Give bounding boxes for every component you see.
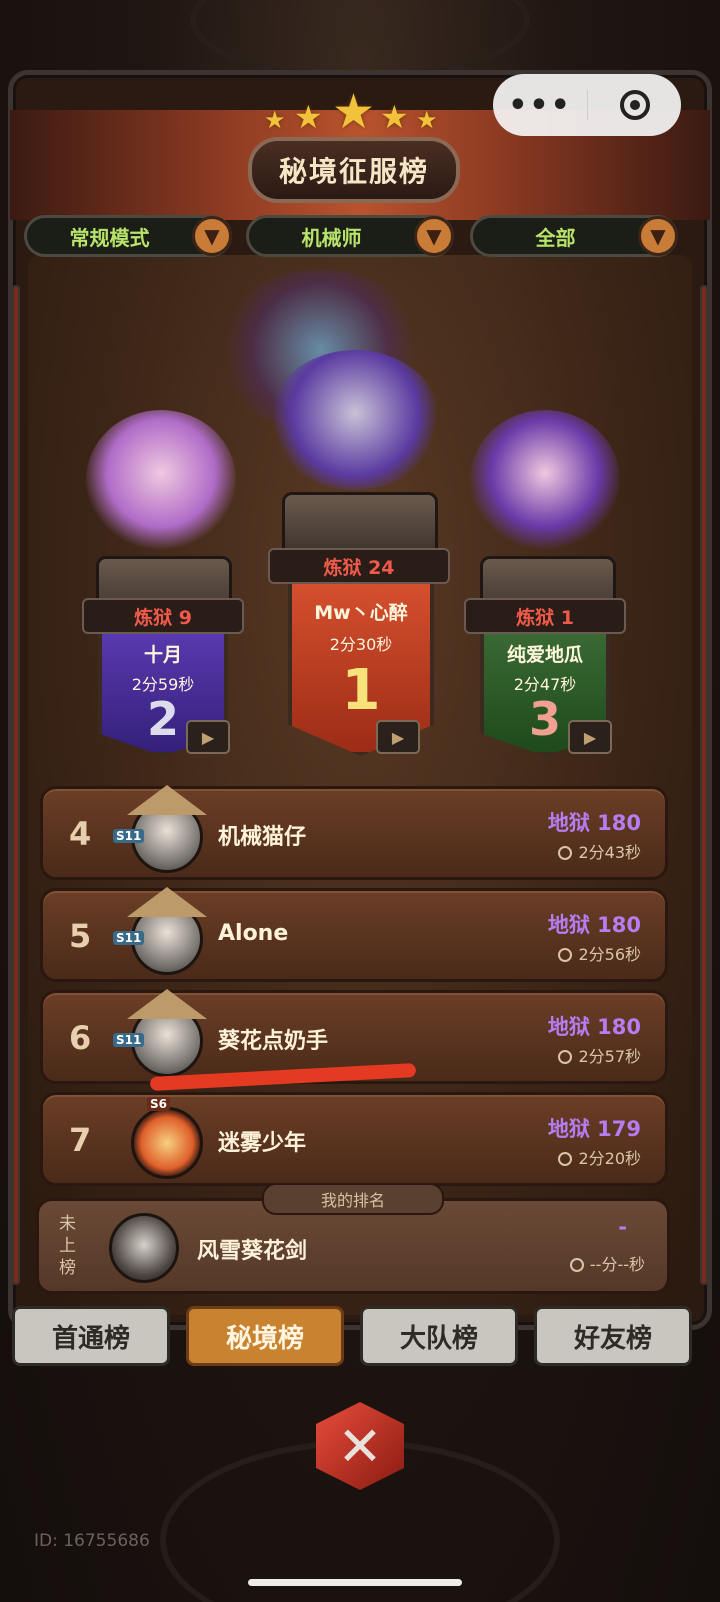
season-badge: S11 <box>113 829 145 843</box>
player-name: Alone <box>218 921 289 946</box>
rank-2-name: 十月 <box>143 644 182 666</box>
clock-icon <box>558 846 573 860</box>
table-row[interactable]: 4 S11 机械猫仔 地狱 180 2分43秒 <box>40 785 668 880</box>
home-indicator[interactable] <box>248 1579 462 1586</box>
dropdown-arrow-icon[interactable]: ▼ <box>414 216 454 256</box>
rank-1-number: 1 <box>341 658 381 723</box>
avatar-hat <box>127 785 207 815</box>
avatar-hat <box>127 989 207 1019</box>
player-time: 2分20秒 <box>558 1145 641 1169</box>
tab-label: 首通榜 <box>51 1323 130 1354</box>
player-score: 地狱 179 <box>547 1117 641 1141</box>
miniprogram-capsule: ••• <box>493 74 681 136</box>
avatar[interactable] <box>109 1213 179 1283</box>
more-icon[interactable]: ••• <box>493 88 587 123</box>
season-badge: S11 <box>113 1033 145 1047</box>
avatar-hat <box>127 887 207 917</box>
tab-first-clear[interactable]: 首通榜 <box>12 1306 170 1366</box>
my-rank-status: 未上榜 <box>59 1214 76 1278</box>
player-name: 迷雾少年 <box>218 1131 307 1156</box>
tab-secret-realm[interactable]: 秘境榜 <box>186 1306 344 1366</box>
third-place-character <box>470 410 620 550</box>
star-rating: ★ ★ ★ ★ ★ <box>264 84 444 140</box>
scope-filter[interactable]: 全部 ▼ <box>470 215 678 257</box>
close-miniprogram-button[interactable] <box>588 90 681 120</box>
player-time: 2分57秒 <box>558 1043 641 1067</box>
second-place-character <box>86 410 236 550</box>
tab-team[interactable]: 大队榜 <box>360 1306 518 1366</box>
right-rail <box>700 285 708 1285</box>
champion-character <box>270 350 440 490</box>
mode-filter[interactable]: 常规模式 ▼ <box>24 215 232 257</box>
my-name: 风雪葵花剑 <box>197 1239 308 1264</box>
row-rank: 5 <box>69 917 92 955</box>
class-filter[interactable]: 机械师 ▼ <box>246 215 454 257</box>
player-id: ID: 16755686 <box>34 1531 150 1551</box>
player-score: 地狱 180 <box>547 913 641 937</box>
left-rail <box>12 285 20 1285</box>
rank-2-number: 2 <box>146 692 179 746</box>
player-score: 地狱 180 <box>547 1015 641 1039</box>
player-name: 机械猫仔 <box>218 825 307 850</box>
my-score: - <box>618 1215 627 1239</box>
star-icon: ★ <box>294 98 323 136</box>
star-icon: ★ <box>416 106 438 134</box>
target-icon <box>619 90 650 120</box>
tab-label: 秘境榜 <box>225 1323 304 1354</box>
tab-friends[interactable]: 好友榜 <box>534 1306 692 1366</box>
my-rank-tag-text: 我的排名 <box>320 1191 385 1210</box>
player-score: 地狱 180 <box>547 811 641 835</box>
player-time-text: 2分43秒 <box>578 843 641 862</box>
rank-1-tier: 炼狱 24 <box>268 548 450 584</box>
my-time: --分--秒 <box>569 1251 645 1275</box>
clock-icon <box>558 1152 573 1166</box>
player-time-text: 2分57秒 <box>578 1047 641 1066</box>
video-icon[interactable]: ▶ <box>568 720 612 754</box>
star-icon: ★ <box>380 98 409 136</box>
player-time: 2分56秒 <box>558 941 641 965</box>
player-name: 葵花点奶手 <box>218 1029 329 1054</box>
clock-icon <box>558 948 573 962</box>
rank-1-tier-text: 炼狱 24 <box>323 556 395 579</box>
star-icon: ★ <box>332 84 376 140</box>
rank-3-name: 纯爱地瓜 <box>506 644 583 666</box>
class-filter-label: 机械师 <box>301 225 362 250</box>
season-badge: S6 <box>147 1097 170 1111</box>
mode-filter-label: 常规模式 <box>69 225 150 250</box>
player-time-text: 2分20秒 <box>578 1149 641 1168</box>
tab-label: 大队榜 <box>399 1323 478 1354</box>
scope-filter-label: 全部 <box>535 225 576 250</box>
rank-3-tier: 炼狱 1 <box>464 598 626 634</box>
rank-2-tier-text: 炼狱 9 <box>134 606 192 629</box>
player-time-text: 2分56秒 <box>578 945 641 964</box>
video-icon[interactable]: ▶ <box>186 720 230 754</box>
season-badge: S11 <box>113 931 145 945</box>
my-time-text: --分--秒 <box>589 1255 645 1274</box>
tab-label: 好友榜 <box>573 1323 652 1354</box>
my-rank-tag: 我的排名 <box>262 1183 444 1215</box>
clock-icon <box>558 1050 573 1064</box>
clock-icon <box>569 1258 584 1272</box>
row-rank: 6 <box>69 1019 92 1057</box>
rank-1-time: 2分30秒 <box>329 635 393 654</box>
rank-3-number: 3 <box>528 692 561 746</box>
rank-3-tier-text: 炼狱 1 <box>516 606 574 629</box>
rank-1-name: Mw丶心醉 <box>314 602 408 624</box>
page-title-text: 秘境征服榜 <box>278 155 429 188</box>
star-icon: ★ <box>264 106 286 134</box>
table-row[interactable]: 5 S11 Alone 地狱 180 2分56秒 <box>40 887 668 982</box>
avatar[interactable] <box>131 1107 203 1179</box>
row-rank: 7 <box>69 1121 92 1159</box>
table-row[interactable]: 7 S6 迷雾少年 地狱 179 2分20秒 <box>40 1092 668 1186</box>
player-time: 2分43秒 <box>558 839 641 863</box>
video-icon[interactable]: ▶ <box>376 720 420 754</box>
rank-2-tier: 炼狱 9 <box>82 598 244 634</box>
page-title: 秘境征服榜 <box>248 137 460 203</box>
row-rank: 4 <box>69 815 92 853</box>
dropdown-arrow-icon[interactable]: ▼ <box>638 216 678 256</box>
dropdown-arrow-icon[interactable]: ▼ <box>192 216 232 256</box>
